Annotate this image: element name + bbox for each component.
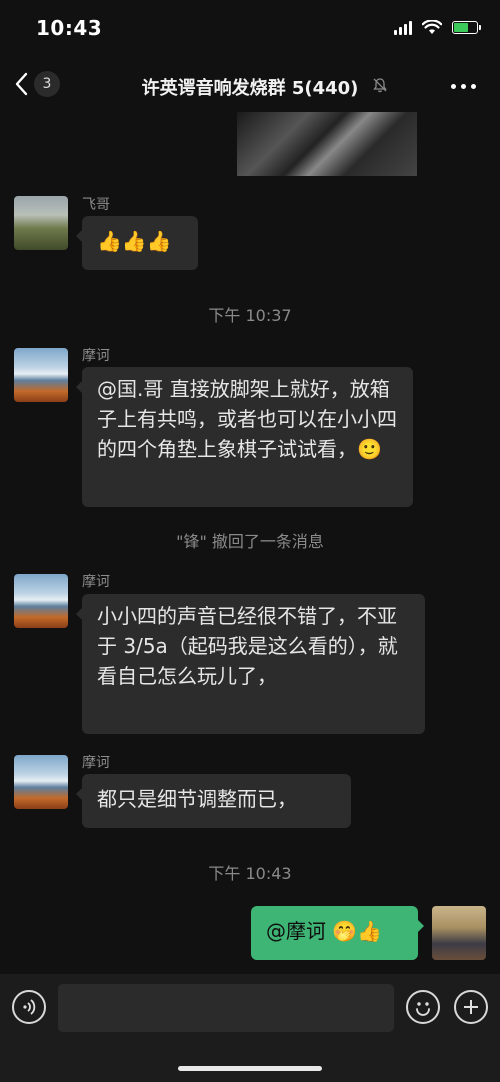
avatar-feige[interactable]: [14, 196, 68, 250]
message-input[interactable]: [58, 984, 394, 1032]
signal-icon: [394, 20, 412, 35]
chat-title: 许英谔音响发烧群 5(440): [141, 78, 359, 99]
recall-notice: "锋" 撤回了一条消息: [176, 532, 324, 551]
status-bar: 10:43: [0, 0, 500, 58]
message-list[interactable]: 飞哥 👍👍👍 下午 10:37 摩诃 @国.哥 直接放脚架上就好，放箱子上有共鸣…: [0, 112, 500, 974]
sender-name: 摩诃: [82, 755, 110, 771]
avatar-mohe[interactable]: [14, 755, 68, 809]
input-bar: [0, 974, 500, 1082]
timestamp: 下午 10:43: [208, 864, 292, 883]
sender-name: 飞哥: [82, 197, 110, 213]
chat-screen: 10:43 3 许英谔音响发烧群 5(440) 飞哥 👍👍👍 下午 10:37 …: [0, 0, 500, 1082]
timestamp: 下午 10:37: [208, 306, 292, 325]
wifi-icon: [422, 20, 442, 34]
voice-icon: [23, 999, 36, 1015]
avatar-mohe[interactable]: [14, 348, 68, 402]
image-message[interactable]: [237, 112, 417, 176]
status-time: 10:43: [36, 16, 103, 40]
status-icons: [394, 20, 481, 35]
plus-icon: [464, 1000, 478, 1014]
message-bubble[interactable]: 都只是细节调整而已，: [76, 774, 351, 828]
message-bubble[interactable]: 小小四的声音已经很不错了，不亚于 3/5a（起码我是这么看的），就看自己怎么玩儿…: [76, 594, 425, 734]
avatar-self[interactable]: [432, 906, 486, 960]
message-bubble[interactable]: @国.哥 直接放脚架上就好，放箱子上有共鸣，或者也可以在小小四的四个角垫上象棋子…: [76, 367, 413, 507]
avatar-mohe[interactable]: [14, 574, 68, 628]
home-indicator[interactable]: [178, 1066, 322, 1071]
sender-name: 摩诃: [82, 348, 110, 364]
emoji-icon: [416, 1002, 430, 1016]
voice-button[interactable]: [12, 990, 46, 1024]
message-bubble[interactable]: 👍👍👍: [76, 216, 198, 270]
more-actions-button[interactable]: [454, 990, 488, 1024]
sender-name: 摩诃: [82, 574, 110, 590]
nav-bar: 3 许英谔音响发烧群 5(440): [0, 58, 500, 112]
battery-icon: [452, 21, 481, 34]
mute-bell-icon: [373, 78, 387, 93]
my-message-bubble[interactable]: @摩诃 🤭👍: [251, 906, 424, 960]
more-dots-icon[interactable]: [451, 84, 476, 89]
emoji-button[interactable]: [406, 990, 440, 1024]
